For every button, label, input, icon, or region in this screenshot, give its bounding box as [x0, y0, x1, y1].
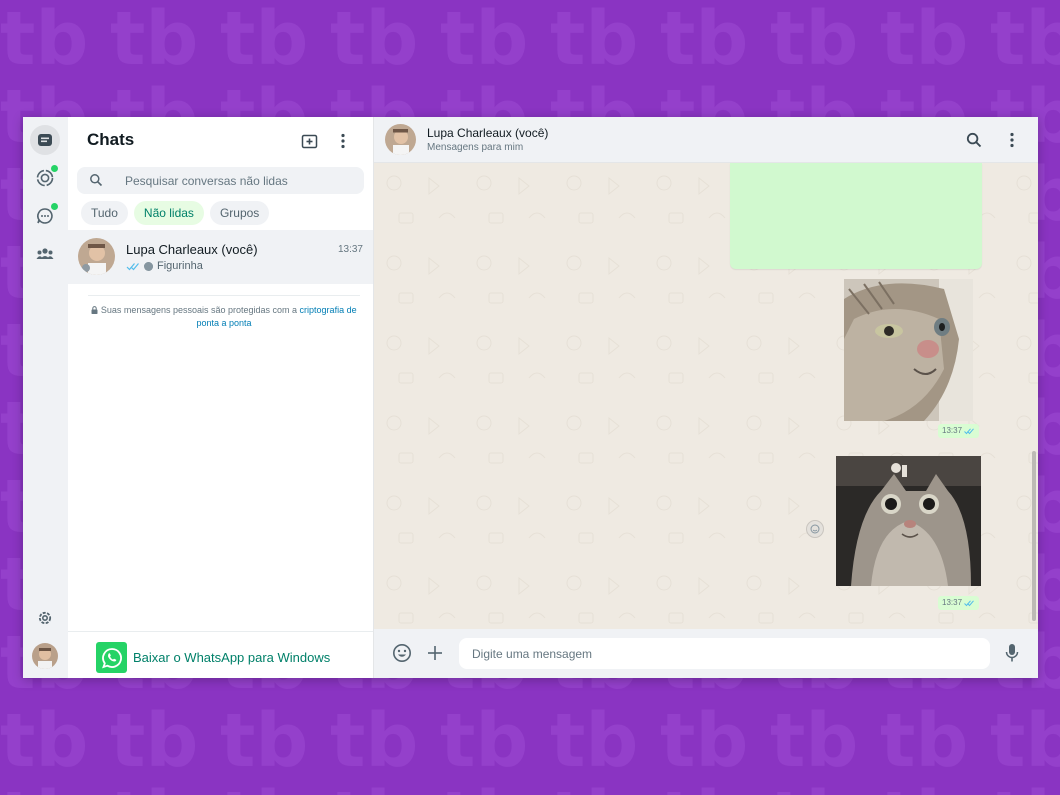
conversation-search-button[interactable] [962, 128, 986, 152]
filter-chip-groups[interactable]: Grupos [209, 201, 270, 225]
cat-sticker-2[interactable] [836, 456, 981, 586]
conversation-subtitle: Mensagens para mim [427, 142, 524, 153]
chat-list-panel: Chats Tudo Não lidas Gru [68, 117, 374, 678]
rail-settings-button[interactable] [30, 603, 60, 633]
whatsapp-logo-icon [96, 642, 127, 673]
emoji-button[interactable] [390, 641, 414, 665]
avatar [32, 643, 58, 669]
chats-icon [38, 134, 52, 146]
search-icon [90, 174, 103, 187]
microphone-icon [1005, 644, 1019, 662]
message-meta: 13:37 [938, 424, 980, 438]
double-check-icon [126, 262, 139, 270]
rail-profile-button[interactable] [30, 641, 60, 671]
channels-badge [51, 203, 58, 210]
double-check-icon [964, 599, 974, 606]
rail-communities-button[interactable] [30, 239, 60, 269]
chat-list-item[interactable]: Lupa Charleaux (você) 13:37 Figurinha [68, 230, 373, 284]
rail-status-button[interactable] [30, 163, 60, 193]
download-label: Baixar o WhatsApp para Windows [133, 650, 331, 665]
status-badge [51, 165, 58, 172]
lock-icon [91, 306, 98, 314]
sticker-icon [144, 261, 153, 271]
search-bar [77, 167, 364, 194]
message-scrollbar[interactable] [1032, 451, 1036, 621]
avatar [78, 238, 115, 275]
compose-bar [374, 629, 1038, 678]
emoji-icon [810, 524, 820, 534]
rail-chats-button[interactable] [30, 125, 60, 155]
kebab-menu-icon [1010, 132, 1014, 148]
conversation-header[interactable]: Lupa Charleaux (você) Mensagens para mim [374, 117, 1038, 163]
cat-sticker-1[interactable] [844, 279, 973, 421]
plus-icon [428, 646, 442, 660]
message-area[interactable]: 13:37 13:37 [374, 163, 1038, 629]
react-button[interactable] [806, 520, 824, 538]
chat-preview: Figurinha [126, 260, 203, 272]
search-input[interactable] [125, 167, 350, 194]
encryption-text: Suas mensagens pessoais são protegidas c… [100, 305, 300, 315]
search-icon [966, 132, 982, 148]
conversation-panel: Lupa Charleaux (você) Mensagens para mim [374, 117, 1038, 678]
message-time: 13:37 [942, 598, 963, 607]
chat-name: Lupa Charleaux (você) [126, 242, 258, 257]
conversation-menu-button[interactable] [1000, 128, 1024, 152]
new-chat-icon [301, 134, 317, 148]
list-menu-button[interactable] [331, 129, 355, 153]
message-input[interactable] [459, 638, 990, 669]
filter-chip-all[interactable]: Tudo [81, 201, 128, 225]
gear-icon [38, 611, 52, 625]
double-check-icon [964, 427, 974, 434]
chat-timestamp: 13:37 [337, 244, 363, 255]
emoji-icon [393, 644, 411, 662]
navigation-rail [23, 117, 69, 678]
attach-button[interactable] [423, 641, 447, 665]
avatar [385, 124, 416, 155]
encryption-notice: Suas mensagens pessoais são protegidas c… [88, 304, 360, 330]
filter-chip-unread[interactable]: Não lidas [133, 201, 204, 225]
page-title: Chats [87, 130, 135, 149]
message-time: 13:37 [942, 426, 963, 435]
conversation-name: Lupa Charleaux (você) [427, 126, 549, 140]
divider [88, 295, 360, 296]
communities-icon [36, 248, 54, 259]
filter-chips: Tudo Não lidas Grupos [81, 201, 270, 225]
message-bubble[interactable] [730, 163, 982, 269]
download-banner[interactable]: Baixar o WhatsApp para Windows [68, 631, 373, 678]
new-chat-button[interactable] [297, 129, 321, 153]
message-meta: 13:37 [938, 596, 980, 610]
whatsapp-window: Chats Tudo Não lidas Gru [23, 117, 1038, 678]
rail-channels-button[interactable] [30, 201, 60, 231]
chat-preview-text: Figurinha [157, 260, 203, 272]
voice-message-button[interactable] [1000, 641, 1024, 665]
kebab-menu-icon [341, 133, 345, 149]
